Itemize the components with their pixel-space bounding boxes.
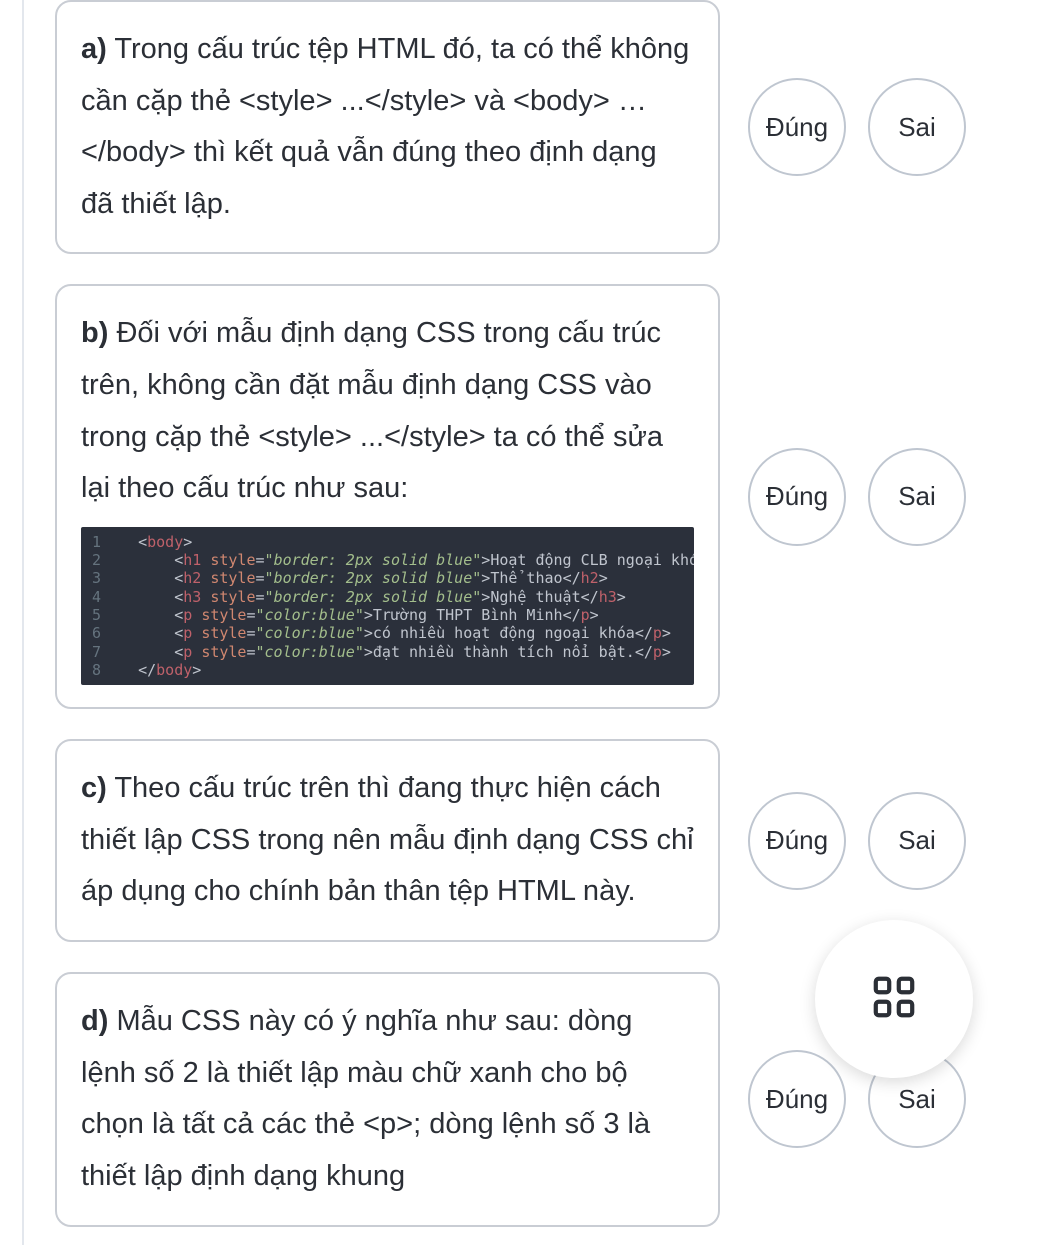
question-text-c: c) Theo cấu trúc trên thì đang thực hiện…: [81, 763, 694, 918]
grid-icon: [871, 974, 917, 1025]
question-card-a: a) Trong cấu trúc tệp HTML đó, ta có thể…: [55, 0, 720, 254]
grid-menu-button[interactable]: [815, 920, 973, 1078]
false-button-c[interactable]: Sai: [868, 792, 966, 890]
false-button-b[interactable]: Sai: [868, 448, 966, 546]
question-text-a: a) Trong cấu trúc tệp HTML đó, ta có thể…: [81, 24, 694, 230]
true-button-c[interactable]: Đúng: [748, 792, 846, 890]
true-button-d[interactable]: Đúng: [748, 1050, 846, 1148]
question-card-b: b) Đối với mẫu định dạng CSS trong cấu t…: [55, 284, 720, 709]
left-edge: [0, 0, 24, 1245]
question-text-b: b) Đối với mẫu định dạng CSS trong cấu t…: [81, 308, 694, 514]
answer-buttons-b: Đúng Sai: [748, 448, 966, 546]
true-button-b[interactable]: Đúng: [748, 448, 846, 546]
answer-buttons-a: Đúng Sai: [748, 78, 966, 176]
question-card-d: d) Mẫu CSS này có ý nghĩa như sau: dòng …: [55, 972, 720, 1226]
false-button-a[interactable]: Sai: [868, 78, 966, 176]
question-row-b: b) Đối với mẫu định dạng CSS trong cấu t…: [0, 284, 1055, 709]
question-row-c: c) Theo cấu trúc trên thì đang thực hiện…: [0, 739, 1055, 942]
question-text-d: d) Mẫu CSS này có ý nghĩa như sau: dòng …: [81, 996, 694, 1202]
answer-buttons-c: Đúng Sai: [748, 792, 966, 890]
question-card-c: c) Theo cấu trúc trên thì đang thực hiện…: [55, 739, 720, 942]
true-button-a[interactable]: Đúng: [748, 78, 846, 176]
code-block: 1 <body>2 <h1 style="border: 2px solid b…: [81, 527, 694, 685]
question-row-a: a) Trong cấu trúc tệp HTML đó, ta có thể…: [0, 0, 1055, 254]
